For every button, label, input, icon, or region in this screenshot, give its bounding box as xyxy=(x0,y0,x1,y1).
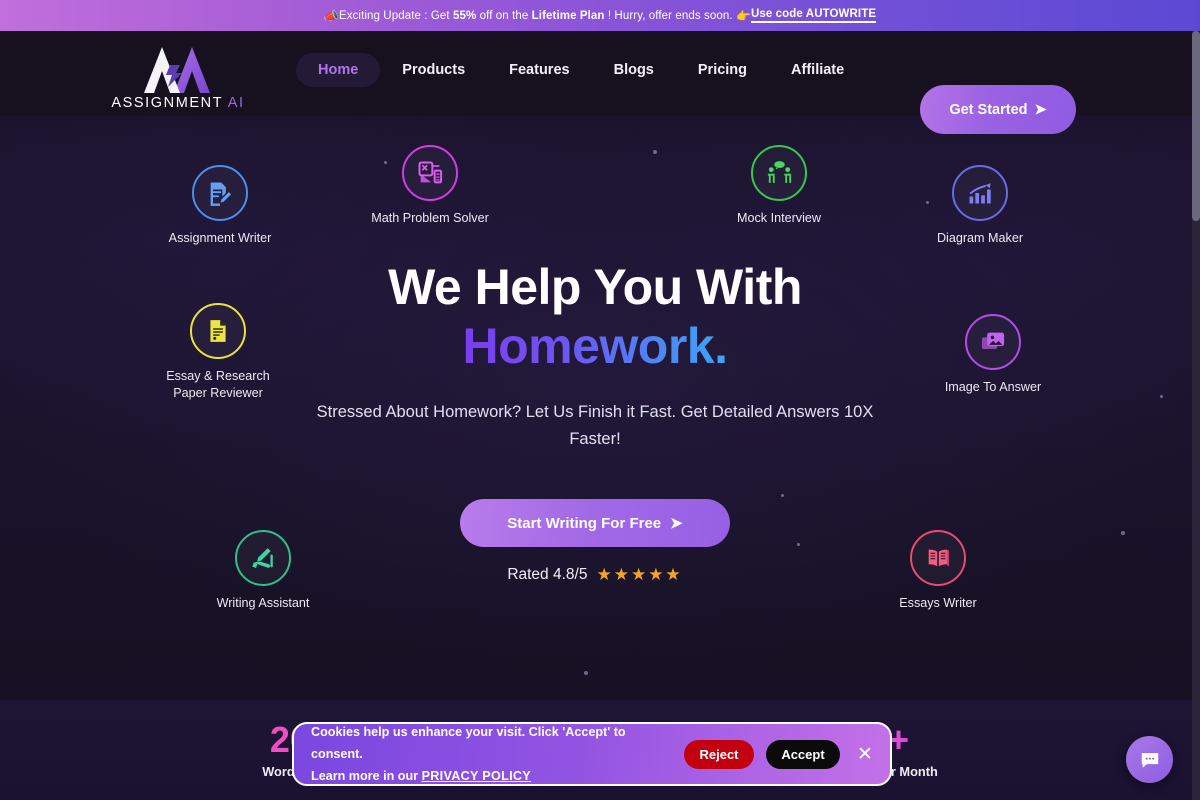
hero-headline: We Help You With Homework. xyxy=(295,258,895,376)
start-writing-label: Start Writing For Free xyxy=(507,514,662,532)
megaphone-icon: 📣 xyxy=(323,8,339,23)
feature-essay-research-paper-reviewer[interactable]: Essay & Research Paper Reviewer xyxy=(143,303,293,402)
cookie-line-2: Learn more in our PRIVACY POLICY xyxy=(311,765,674,787)
document-pen-icon xyxy=(192,165,248,221)
cookie-text: Cookies help us enhance your visit. Clic… xyxy=(311,721,674,787)
logo-ai-text: AI xyxy=(222,95,245,111)
hero-headline-line1: We Help You With xyxy=(388,259,802,315)
get-started-label: Get Started xyxy=(949,101,1028,118)
arrow-right-icon: ➤ xyxy=(670,515,683,533)
nav-item-pricing[interactable]: Pricing xyxy=(676,53,769,87)
main-navigation: Home Products Features Blogs Pricing Aff… xyxy=(296,53,866,87)
hero-headline-line2: Homework. xyxy=(462,318,728,374)
feature-label: Writing Assistant xyxy=(216,596,310,610)
rating-text: Rated 4.8/5 xyxy=(507,566,588,584)
photo-icon xyxy=(965,314,1021,370)
feature-label: Mock Interview xyxy=(737,211,821,225)
nav-item-affiliate[interactable]: Affiliate xyxy=(769,53,866,87)
feature-label: Essays Writer xyxy=(899,596,977,610)
logo-mark-icon xyxy=(108,41,248,97)
arrow-right-icon: ➤ xyxy=(1034,101,1047,118)
feature-label: Image To Answer xyxy=(944,380,1042,394)
promo-text-3: ! Hurry, offer ends soon. xyxy=(604,9,736,22)
sparkle-dot xyxy=(653,150,657,154)
feature-math-problem-solver[interactable]: Math Problem Solver xyxy=(357,145,503,227)
page-scrollbar-thumb[interactable] xyxy=(1192,31,1200,221)
site-header: ASSIGNMENT AI Home Products Features Blo… xyxy=(0,31,1200,134)
feature-label: Diagram Maker xyxy=(936,231,1024,245)
get-started-button[interactable]: Get Started ➤ xyxy=(920,85,1076,134)
hero-subtitle: Stressed About Homework? Let Us Finish i… xyxy=(316,403,874,448)
rating-block: Rated 4.8/5 ★★★★★ xyxy=(295,565,895,585)
chat-widget-button[interactable] xyxy=(1126,736,1173,783)
cookie-accept-button[interactable]: Accept xyxy=(766,739,840,769)
feature-label: Math Problem Solver xyxy=(371,211,489,225)
sparkle-dot xyxy=(1160,395,1163,398)
cookie-consent-banner: Cookies help us enhance your visit. Clic… xyxy=(292,722,892,786)
promo-code-link[interactable]: Use code AUTOWRITE xyxy=(750,8,877,23)
feature-label: Assignment Writer xyxy=(168,231,272,245)
bar-chart-arrow-icon xyxy=(952,165,1008,221)
cookie-reject-button[interactable]: Reject xyxy=(684,739,754,769)
promo-text-1: Exciting Update : Get xyxy=(338,9,453,22)
privacy-policy-link[interactable]: PRIVACY POLICY xyxy=(422,769,531,783)
promo-text-2: off on the xyxy=(476,9,532,22)
open-book-icon xyxy=(910,530,966,586)
feature-diagram-maker[interactable]: Diagram Maker xyxy=(906,165,1054,247)
sparkle-dot xyxy=(1121,531,1125,535)
logo-text: ASSIGNMENT xyxy=(111,95,223,111)
nav-item-features[interactable]: Features xyxy=(487,53,591,87)
nav-item-blogs[interactable]: Blogs xyxy=(592,53,676,87)
cookie-line-1: Cookies help us enhance your visit. Clic… xyxy=(311,724,626,761)
document-review-icon xyxy=(190,303,246,359)
logo[interactable]: ASSIGNMENT AI xyxy=(108,41,248,111)
cookie-close-icon[interactable]: ✕ xyxy=(852,741,878,767)
promo-banner: 📣 Exciting Update : Get 55% off on the L… xyxy=(0,0,1200,31)
math-calculator-icon xyxy=(402,145,458,201)
chat-bubble-icon xyxy=(1141,752,1158,768)
feature-image-to-answer[interactable]: Image To Answer xyxy=(920,314,1066,396)
nav-item-home[interactable]: Home xyxy=(296,53,381,87)
two-people-chat-icon xyxy=(751,145,807,201)
writing-hand-icon xyxy=(235,530,291,586)
page-root: 📣 Exciting Update : Get 55% off on the L… xyxy=(0,0,1200,800)
hero-section: We Help You With Homework. Stressed Abou… xyxy=(295,258,895,585)
promo-plan: Lifetime Plan xyxy=(531,9,605,22)
cookie-learn-more-text: Learn more in our xyxy=(311,769,422,784)
logo-wordmark: ASSIGNMENT AI xyxy=(108,95,248,111)
nav-item-products[interactable]: Products xyxy=(380,53,487,87)
pointing-finger-icon: 👉 xyxy=(735,8,751,23)
promo-discount: 55% xyxy=(453,9,477,22)
feature-assignment-writer[interactable]: Assignment Writer xyxy=(145,165,295,247)
start-writing-for-free-button[interactable]: Start Writing For Free ➤ xyxy=(460,499,730,548)
feature-mock-interview[interactable]: Mock Interview xyxy=(708,145,850,227)
feature-label: Essay & Research Paper Reviewer xyxy=(166,369,270,400)
star-rating-icon: ★★★★★ xyxy=(596,565,683,585)
sparkle-dot xyxy=(584,671,588,675)
